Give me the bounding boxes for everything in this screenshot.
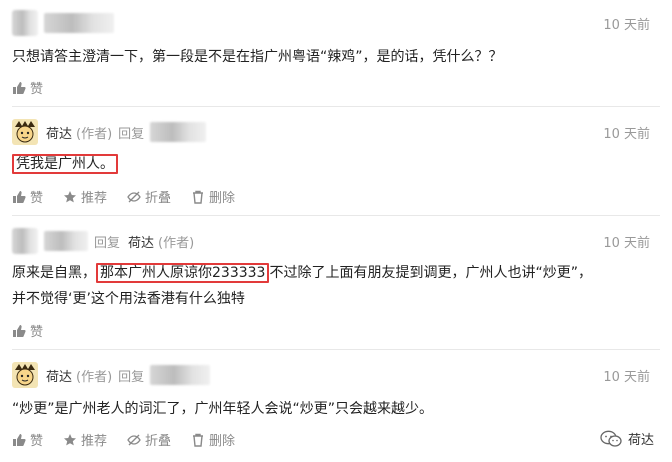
text-segment: 原来是自黑， <box>12 265 96 281</box>
comment-time: 10 天前 <box>603 18 650 33</box>
thumbs-up-icon <box>13 190 26 203</box>
comment-text-line-2: 并不觉得‘更’这个用法香港有什么独特 <box>12 291 245 307</box>
author-tag: (作者) <box>76 369 113 385</box>
comment-2-header: 荷达 (作者) 回复 <box>12 119 207 145</box>
fold-label: 折叠 <box>145 191 172 206</box>
highlight-box: 那本广州人原谅你233333 <box>96 263 270 283</box>
comment-actions: 赞 <box>12 321 63 340</box>
delete-button[interactable]: 删除 <box>191 430 235 449</box>
comment-actions: 赞 <box>12 78 63 97</box>
watermark-label: 荷达 <box>627 433 654 448</box>
recommend-button[interactable]: 推荐 <box>63 430 107 449</box>
like-button[interactable]: 赞 <box>12 78 43 97</box>
avatar[interactable] <box>12 228 38 254</box>
comment-1-header <box>12 10 114 36</box>
divider <box>12 349 660 350</box>
delete-label: 删除 <box>209 191 236 206</box>
watermark: 荷达 <box>600 429 654 448</box>
author-avatar-icon <box>12 362 38 388</box>
reply-to-name[interactable]: 荷达 <box>128 232 154 251</box>
delete-label: 删除 <box>209 434 236 449</box>
author-avatar-icon <box>12 119 38 145</box>
text-segment: 不过除了上面有朋友提到调更，广州人也讲“炒更”， <box>269 265 592 281</box>
comment-time: 10 天前 <box>603 236 650 251</box>
eye-slash-icon <box>127 191 141 202</box>
star-icon <box>64 433 77 445</box>
recommend-label: 推荐 <box>81 191 108 206</box>
blurred-username[interactable] <box>150 122 207 142</box>
like-label: 赞 <box>30 82 44 97</box>
comment-text: 原来是自黑， 那本广州人原谅你233333 不过除了上面有朋友提到调更，广州人也讲“… <box>12 260 652 286</box>
reply-to-tag: (作者) <box>158 235 195 251</box>
like-label: 赞 <box>30 325 44 340</box>
delete-button[interactable]: 删除 <box>191 187 235 206</box>
recommend-button[interactable]: 推荐 <box>63 187 107 206</box>
eye-slash-icon <box>127 434 141 445</box>
fold-button[interactable]: 折叠 <box>127 187 171 206</box>
fold-button[interactable]: 折叠 <box>127 430 171 449</box>
comment-actions: 赞 推荐 折叠 删除 <box>12 430 255 449</box>
fold-label: 折叠 <box>145 434 172 449</box>
trash-icon <box>193 190 204 204</box>
thumbs-up-icon <box>13 81 26 94</box>
reply-label: 回复 <box>118 369 145 385</box>
comment-text: 凭我是广州人。 <box>12 151 652 177</box>
avatar[interactable] <box>12 362 38 388</box>
comment-text: 只想请答主澄清一下，第一段是不是在指广州粤语“辣鸡”，是的话，凭什么？？ <box>12 49 503 65</box>
comment-text: “炒更”是广州老人的词汇了，广州年轻人会说“炒更”只会越来越少。 <box>12 401 434 417</box>
blurred-username[interactable] <box>44 231 88 251</box>
recommend-label: 推荐 <box>81 434 108 449</box>
author-name[interactable]: 荷达 <box>46 366 72 385</box>
like-button[interactable]: 赞 <box>12 321 43 340</box>
like-button[interactable]: 赞 <box>12 430 43 449</box>
divider <box>12 106 660 107</box>
reply-label: 回复 <box>118 126 145 142</box>
comment-time: 10 天前 <box>603 127 650 142</box>
avatar[interactable] <box>12 10 38 36</box>
blurred-username[interactable] <box>44 13 114 33</box>
comment-3-header: 回复 荷达 (作者) <box>12 228 194 254</box>
comment-actions: 赞 推荐 折叠 删除 <box>12 187 255 206</box>
comment-4-header: 荷达 (作者) 回复 <box>12 362 211 388</box>
author-tag: (作者) <box>76 126 113 142</box>
highlight-box: 凭我是广州人。 <box>12 154 118 174</box>
thumbs-up-icon <box>13 324 26 337</box>
comment-time: 10 天前 <box>603 370 650 385</box>
avatar[interactable] <box>12 119 38 145</box>
reply-label: 回复 <box>94 235 121 251</box>
like-label: 赞 <box>30 434 44 449</box>
like-button[interactable]: 赞 <box>12 187 43 206</box>
like-label: 赞 <box>30 191 44 206</box>
trash-icon <box>193 433 204 447</box>
author-name[interactable]: 荷达 <box>46 123 72 142</box>
wechat-icon <box>600 430 622 447</box>
divider <box>12 215 660 216</box>
star-icon <box>64 190 77 202</box>
blurred-username[interactable] <box>150 365 211 385</box>
thumbs-up-icon <box>13 433 26 446</box>
